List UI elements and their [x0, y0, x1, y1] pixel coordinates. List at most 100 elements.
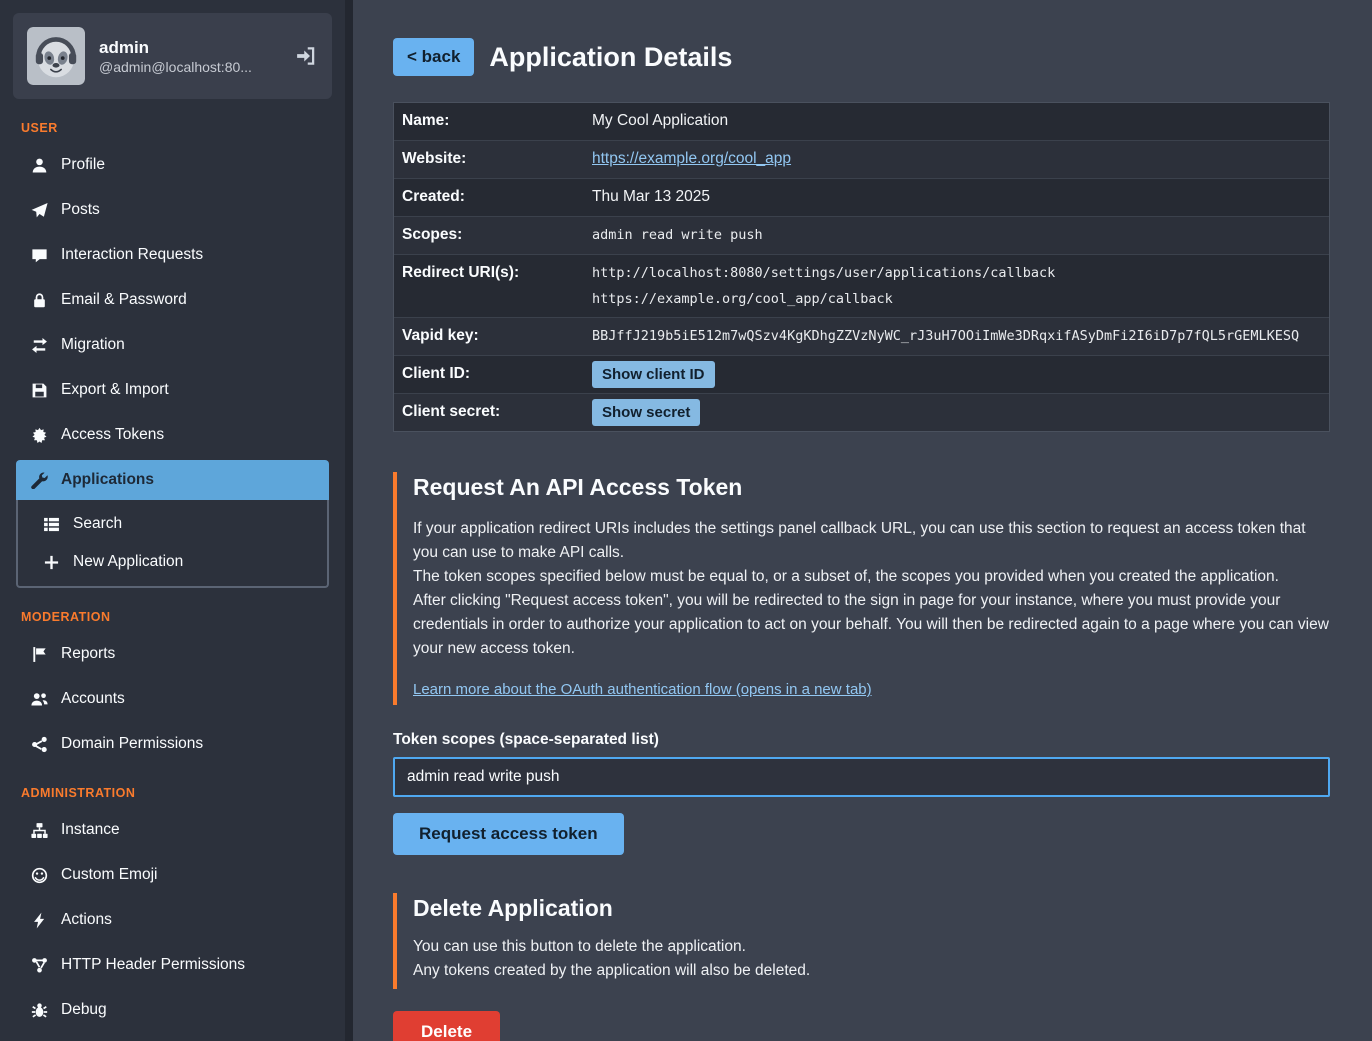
section-label-moderation: MODERATION: [21, 610, 345, 624]
bolt-icon: [30, 912, 48, 929]
sidebar-item-label: Export & Import: [61, 381, 169, 399]
section-label-user: USER: [21, 121, 345, 135]
page-header: < back Application Details: [393, 38, 1330, 76]
sidebar-item-label: New Application: [73, 553, 183, 571]
sidebar-item-label: Reports: [61, 645, 115, 663]
sidebar-item-label: Debug: [61, 1001, 107, 1019]
list-icon: [42, 516, 60, 533]
table-row-client-secret: Client secret: Show secret: [394, 394, 1329, 431]
sidebar-item-export-import[interactable]: Export & Import: [16, 370, 329, 410]
exchange-icon: [30, 337, 48, 354]
sidebar-item-new-application[interactable]: New Application: [18, 543, 327, 581]
section-label-administration: ADMINISTRATION: [21, 786, 345, 800]
created-date: Thu Mar 13 2025: [584, 179, 1329, 216]
delete-section-paragraph: You can use this button to delete the ap…: [413, 935, 1330, 959]
row-label: Name:: [394, 103, 584, 140]
user-handle: @admin@localhost:80...: [99, 59, 267, 75]
sidebar-item-label: Search: [73, 515, 122, 533]
sidebar-item-access-tokens[interactable]: Access Tokens: [16, 415, 329, 455]
website-link[interactable]: https://example.org/cool_app: [592, 150, 791, 167]
delete-button[interactable]: Delete: [393, 1011, 500, 1041]
share-nodes-icon: [30, 736, 48, 753]
certificate-icon: [30, 427, 48, 444]
back-button[interactable]: < back: [393, 38, 474, 76]
bug-icon: [30, 1002, 48, 1019]
user-icon: [30, 157, 48, 174]
table-row-name: Name: My Cool Application: [394, 103, 1329, 141]
redirect-uri: https://example.org/cool_app/callback: [592, 289, 1321, 309]
sidebar-item-migration[interactable]: Migration: [16, 325, 329, 365]
comment-icon: [30, 247, 48, 264]
token-scopes-input[interactable]: [393, 757, 1330, 797]
oauth-docs-link[interactable]: Learn more about the OAuth authenticatio…: [413, 681, 872, 698]
token-request-section: Request An API Access Token If your appl…: [393, 472, 1330, 705]
delete-section-heading: Delete Application: [413, 895, 1330, 922]
sidebar-item-label: Migration: [61, 336, 125, 354]
sidebar-item-debug[interactable]: Debug: [16, 990, 329, 1030]
paper-plane-icon: [30, 202, 48, 219]
lock-icon: [30, 292, 48, 309]
row-label: Scopes:: [394, 217, 584, 254]
row-label: Created:: [394, 179, 584, 216]
sidebar-item-domain-permissions[interactable]: Domain Permissions: [16, 724, 329, 764]
users-icon: [30, 691, 48, 708]
sidebar-item-label: HTTP Header Permissions: [61, 956, 245, 974]
main-panel: < back Application Details Name: My Cool…: [345, 0, 1372, 1041]
token-section-paragraph: The token scopes specified below must be…: [413, 565, 1330, 589]
table-row-client-id: Client ID: Show client ID: [394, 356, 1329, 394]
delete-section-paragraph: Any tokens created by the application wi…: [413, 959, 1330, 983]
sidebar-item-instance[interactable]: Instance: [16, 810, 329, 850]
sidebar-item-interaction-requests[interactable]: Interaction Requests: [16, 235, 329, 275]
sidebar-item-label: Instance: [61, 821, 120, 839]
sidebar-item-custom-emoji[interactable]: Custom Emoji: [16, 855, 329, 895]
wrench-icon: [30, 472, 48, 489]
sidebar-item-label: Access Tokens: [61, 426, 164, 444]
token-section-paragraph: If your application redirect URIs includ…: [413, 517, 1330, 565]
sidebar: admin @admin@localhost:80... USER Profil…: [0, 0, 345, 1041]
nodes-icon: [30, 957, 48, 974]
sidebar-item-label: Profile: [61, 156, 105, 174]
flag-icon: [30, 646, 48, 663]
sidebar-item-http-header-permissions[interactable]: HTTP Header Permissions: [16, 945, 329, 985]
table-row-created: Created: Thu Mar 13 2025: [394, 179, 1329, 217]
sign-out-icon[interactable]: [296, 46, 316, 66]
sidebar-item-applications[interactable]: Applications: [16, 460, 329, 500]
table-row-scopes: Scopes: admin read write push: [394, 217, 1329, 255]
sidebar-item-profile[interactable]: Profile: [16, 145, 329, 185]
scopes-value: admin read write push: [584, 217, 1329, 253]
smiley-icon: [30, 867, 48, 884]
plus-icon: [42, 554, 60, 571]
save-icon: [30, 382, 48, 399]
table-row-website: Website: https://example.org/cool_app: [394, 141, 1329, 179]
table-row-redirect-uris: Redirect URI(s): http://localhost:8080/s…: [394, 255, 1329, 319]
sitemap-icon: [30, 822, 48, 839]
redirect-uri: http://localhost:8080/settings/user/appl…: [592, 263, 1321, 283]
sidebar-item-label: Domain Permissions: [61, 735, 203, 753]
delete-application-section: Delete Application You can use this butt…: [393, 893, 1330, 989]
row-label: Website:: [394, 141, 584, 178]
show-client-id-button[interactable]: Show client ID: [592, 361, 715, 388]
avatar: [27, 27, 85, 85]
row-label: Vapid key:: [394, 318, 584, 355]
sidebar-item-email-password[interactable]: Email & Password: [16, 280, 329, 320]
sidebar-item-search[interactable]: Search: [18, 505, 327, 543]
sidebar-item-label: Interaction Requests: [61, 246, 203, 264]
applications-submenu: Search New Application: [16, 500, 329, 588]
row-label: Client secret:: [394, 394, 584, 431]
applications-group: Applications Search New Application: [16, 460, 329, 588]
row-label: Redirect URI(s):: [394, 255, 584, 292]
token-section-paragraph: After clicking "Request access token", y…: [413, 589, 1330, 661]
token-scopes-label: Token scopes (space-separated list): [393, 731, 1330, 749]
vapid-key-value: BBJffJ219b5iE512m7wQSzv4KgKDhgZZVzNyWC_r…: [584, 318, 1329, 354]
token-section-heading: Request An API Access Token: [413, 474, 1330, 501]
request-access-token-button[interactable]: Request access token: [393, 813, 624, 855]
sidebar-item-accounts[interactable]: Accounts: [16, 679, 329, 719]
redirect-uris: http://localhost:8080/settings/user/appl…: [584, 255, 1329, 318]
sidebar-item-actions[interactable]: Actions: [16, 900, 329, 940]
sidebar-item-posts[interactable]: Posts: [16, 190, 329, 230]
show-secret-button[interactable]: Show secret: [592, 399, 700, 426]
sidebar-item-reports[interactable]: Reports: [16, 634, 329, 674]
sidebar-item-label: Applications: [61, 471, 154, 489]
table-row-vapid-key: Vapid key: BBJffJ219b5iE512m7wQSzv4KgKDh…: [394, 318, 1329, 356]
sidebar-item-label: Email & Password: [61, 291, 187, 309]
